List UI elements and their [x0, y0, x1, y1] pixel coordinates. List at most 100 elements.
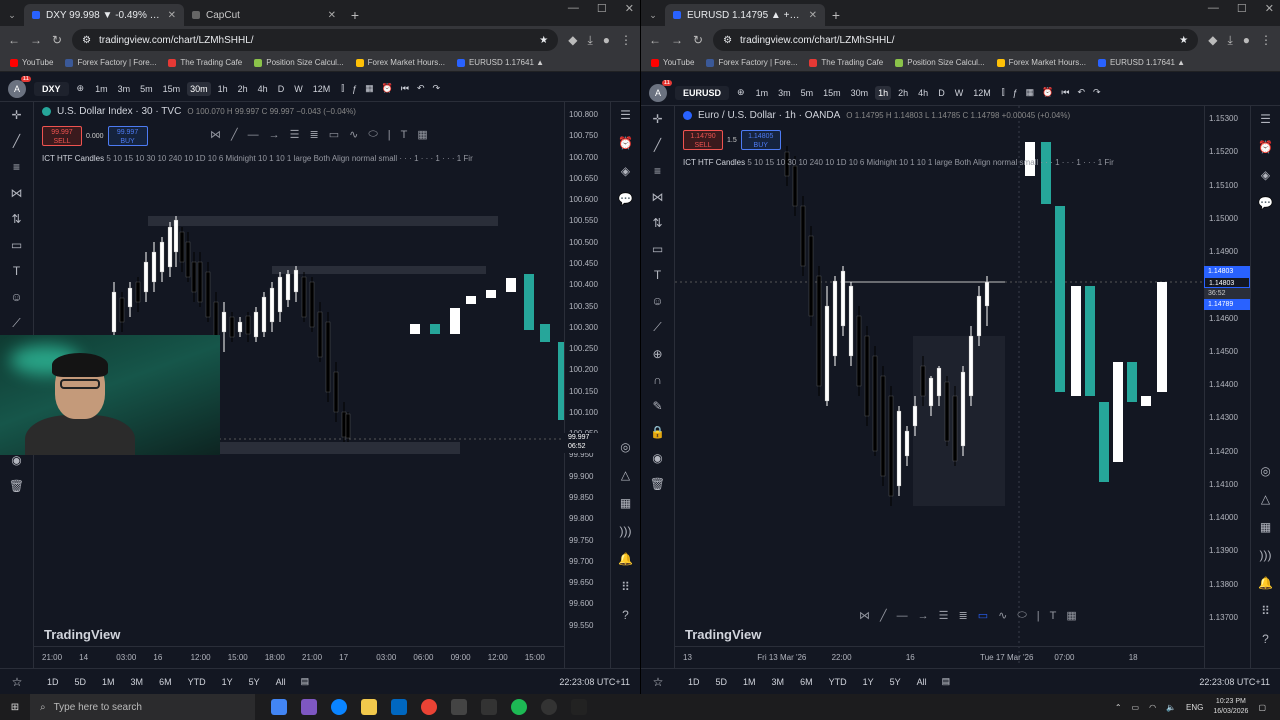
line-tool-icon[interactable]: ╱	[880, 609, 887, 622]
bookmark-item[interactable]: Forex Factory | Fore...	[706, 58, 797, 67]
user-avatar[interactable]: A 11	[649, 80, 672, 102]
channel-tool-icon[interactable]: ≣	[959, 609, 968, 622]
favorite-star-icon[interactable]: ☆	[641, 668, 675, 694]
bookmark-item[interactable]: Position Size Calcul...	[895, 58, 985, 67]
apps-icon[interactable]: ⠿	[621, 580, 630, 594]
tab-dxy[interactable]: DXY 99.998 ▼ -0.49% Unname ✕	[24, 4, 184, 26]
ellipse-tool-icon[interactable]: ⬭	[1017, 609, 1026, 622]
grid-tool-icon[interactable]: ▦	[417, 128, 427, 141]
ruler-icon[interactable]: ⟋	[653, 320, 661, 335]
range-button[interactable]: YTD	[185, 675, 209, 689]
timeframe-button[interactable]: 30m	[187, 81, 211, 96]
alerts-icon[interactable]: ⏰	[1258, 140, 1273, 154]
trash-icon[interactable]: 🗑	[650, 477, 665, 491]
timeframe-button[interactable]: 30m	[848, 86, 872, 100]
ruler-icon[interactable]: ⟋	[12, 316, 20, 331]
replay-icon[interactable]: ⏮	[1061, 87, 1069, 98]
new-tab-button[interactable]: +	[825, 4, 847, 26]
replay-icon[interactable]: ⏮	[401, 83, 409, 94]
timeframe-button[interactable]: 3m	[115, 82, 134, 96]
bookmark-item[interactable]: The Trading Cafe	[168, 58, 242, 67]
layout-icon[interactable]: ▦	[1026, 87, 1035, 98]
crosshair-icon[interactable]: ✛	[11, 108, 21, 122]
bookmark-item[interactable]: YouTube	[651, 58, 694, 67]
file-explorer-icon[interactable]	[361, 699, 377, 715]
bookmark-item[interactable]: Position Size Calcul...	[254, 58, 344, 67]
bookmark-star-icon[interactable]: ★	[539, 35, 548, 46]
calendar-icon[interactable]: ▦	[620, 496, 631, 510]
buy-button[interactable]: 1.14805 BUY	[740, 130, 781, 150]
emoji-icon[interactable]: ☺	[10, 290, 22, 304]
bookmark-item[interactable]: Forex Market Hours...	[996, 58, 1086, 67]
chart-type-icon[interactable]: ⫿	[1002, 87, 1005, 98]
undo-icon[interactable]: ↶	[417, 83, 425, 94]
undo-icon[interactable]: ↶	[1077, 87, 1085, 98]
text-icon[interactable]: T	[654, 268, 661, 282]
notification-icon[interactable]: 🔔	[1258, 576, 1273, 590]
maximize-icon[interactable]: ☐	[597, 2, 607, 15]
download-icon[interactable]: ⤓	[1227, 33, 1232, 48]
grid-tool-icon[interactable]: ▦	[1066, 609, 1076, 622]
up-icon[interactable]: △	[621, 468, 630, 482]
volume-icon[interactable]: 🔈	[1166, 703, 1176, 712]
layout-icon[interactable]: ▦	[365, 83, 374, 94]
eurusd-candles[interactable]	[675, 106, 1250, 668]
timeframe-button[interactable]: 1h	[215, 82, 231, 96]
timeframe-button[interactable]: 15m	[160, 82, 184, 96]
symbol-search[interactable]: EURUSD	[675, 85, 730, 100]
app-icon[interactable]	[481, 699, 497, 715]
trendline-icon[interactable]: ╱	[654, 138, 661, 152]
profile-icon[interactable]: ●	[1243, 33, 1250, 47]
language-indicator[interactable]: ENG	[1186, 703, 1203, 712]
chrome-app-icon[interactable]	[271, 699, 287, 715]
watchlist-icon[interactable]: ☰	[1260, 112, 1271, 126]
alert-icon[interactable]: ⏰	[382, 83, 393, 94]
trendline-icon[interactable]: ╱	[13, 134, 20, 148]
add-symbol-icon[interactable]: ⊕	[737, 87, 745, 98]
indicators-icon[interactable]: ƒ	[1013, 88, 1018, 98]
path-tool-icon[interactable]: ∿	[998, 609, 1007, 622]
price-axis[interactable]: 100.800 100.750 100.700 100.650 100.600 100.5…	[564, 102, 610, 668]
timeframe-button[interactable]: 2h	[235, 82, 251, 96]
bookmark-item[interactable]: EURUSD 1.17641 ▲	[456, 58, 544, 67]
datetime[interactable]: 10:23 PM 16/03/2026	[1213, 697, 1248, 717]
bookmark-item[interactable]: EURUSD 1.17641 ▲	[1097, 58, 1185, 67]
lock-icon[interactable]: 🔒	[650, 425, 665, 439]
minimize-icon[interactable]: —	[1208, 2, 1219, 15]
pattern-tool-icon[interactable]: ⋈	[210, 128, 221, 141]
timeframe-button[interactable]: 4h	[255, 82, 271, 96]
range-button[interactable]: 1D	[685, 675, 703, 689]
forward-icon[interactable]: →	[671, 33, 683, 47]
range-button[interactable]: All	[914, 675, 930, 689]
apps-icon[interactable]: ⠿	[1261, 604, 1270, 618]
chrome-active-app-icon[interactable]	[421, 699, 437, 715]
forward-icon[interactable]: →	[30, 33, 42, 47]
profile-icon[interactable]: ●	[603, 33, 610, 47]
extension-icon[interactable]: ◆	[568, 33, 577, 47]
omnibox[interactable]: ⚙ tradingview.com/chart/LZMhSHHL/ ★	[72, 29, 559, 51]
watchlist-icon[interactable]: ☰	[620, 108, 631, 122]
timeframe-button[interactable]: 15m	[820, 86, 844, 100]
timeframe-button[interactable]: W	[291, 82, 306, 96]
range-button[interactable]: 5Y	[246, 675, 263, 689]
sell-button[interactable]: 99.997 SELL	[42, 126, 82, 146]
bookmark-item[interactable]: The Trading Cafe	[809, 58, 883, 67]
range-button[interactable]: 5D	[72, 675, 90, 689]
user-avatar[interactable]: A 11	[8, 76, 31, 98]
timeframe-button[interactable]: 1m	[753, 86, 772, 100]
network-icon[interactable]: ▭	[1132, 703, 1140, 712]
vline-tool-icon[interactable]: |	[1037, 610, 1040, 622]
range-button[interactable]: 1Y	[860, 675, 877, 689]
channel-tool-icon[interactable]: ≣	[310, 128, 319, 141]
hline-tool-icon[interactable]: —	[248, 129, 259, 141]
range-button[interactable]: 1Y	[219, 675, 236, 689]
tab-search-icon[interactable]: ⌄	[0, 4, 24, 26]
date-range-icon[interactable]: ▤	[301, 676, 310, 687]
reload-icon[interactable]: ↻	[52, 33, 62, 47]
fib-icon[interactable]: ≡	[654, 164, 661, 178]
timeframe-button[interactable]: D	[275, 82, 288, 96]
calendar-icon[interactable]: ▦	[1260, 520, 1271, 534]
timeframe-button[interactable]: 2h	[895, 86, 911, 100]
timeframe-button[interactable]: 4h	[915, 86, 931, 100]
sell-button[interactable]: 1.14790 SELL	[683, 130, 723, 150]
